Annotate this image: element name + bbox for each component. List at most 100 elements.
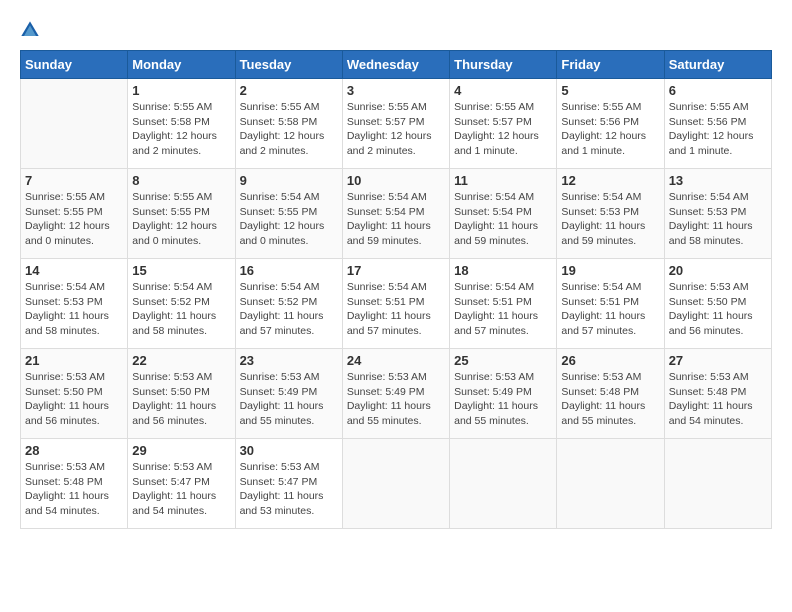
calendar-cell: 12 Sunrise: 5:54 AMSunset: 5:53 PMDayligh… <box>557 169 664 259</box>
calendar-cell: 4 Sunrise: 5:55 AMSunset: 5:57 PMDaylight… <box>450 79 557 169</box>
calendar-header-row: SundayMondayTuesdayWednesdayThursdayFrid… <box>21 51 772 79</box>
day-info: Sunrise: 5:53 AMSunset: 5:50 PMDaylight:… <box>669 280 767 339</box>
calendar-cell: 7 Sunrise: 5:55 AMSunset: 5:55 PMDaylight… <box>21 169 128 259</box>
day-number: 19 <box>561 263 659 278</box>
day-number: 12 <box>561 173 659 188</box>
calendar-cell: 17 Sunrise: 5:54 AMSunset: 5:51 PMDayligh… <box>342 259 449 349</box>
calendar-cell: 11Sunrise: 5:54 AMSunset: 5:54 PMDayligh… <box>450 169 557 259</box>
day-info: Sunrise: 5:55 AMSunset: 5:58 PMDaylight:… <box>132 100 230 159</box>
calendar-cell: 22 Sunrise: 5:53 AMSunset: 5:50 PMDayligh… <box>128 349 235 439</box>
day-info: Sunrise: 5:54 AMSunset: 5:52 PMDaylight:… <box>132 280 230 339</box>
calendar-cell <box>342 439 449 529</box>
calendar-cell: 6 Sunrise: 5:55 AMSunset: 5:56 PMDaylight… <box>664 79 771 169</box>
calendar-cell: 5 Sunrise: 5:55 AMSunset: 5:56 PMDaylight… <box>557 79 664 169</box>
day-info: Sunrise: 5:53 AMSunset: 5:47 PMDaylight:… <box>240 460 338 519</box>
day-info: Sunrise: 5:54 AMSunset: 5:52 PMDaylight:… <box>240 280 338 339</box>
week-row-3: 14 Sunrise: 5:54 AMSunset: 5:53 PMDayligh… <box>21 259 772 349</box>
day-number: 14 <box>25 263 123 278</box>
calendar-cell: 28Sunrise: 5:53 AMSunset: 5:48 PMDayligh… <box>21 439 128 529</box>
day-info: Sunrise: 5:55 AMSunset: 5:56 PMDaylight:… <box>561 100 659 159</box>
calendar-cell: 16 Sunrise: 5:54 AMSunset: 5:52 PMDayligh… <box>235 259 342 349</box>
day-number: 6 <box>669 83 767 98</box>
day-number: 17 <box>347 263 445 278</box>
day-info: Sunrise: 5:55 AMSunset: 5:55 PMDaylight:… <box>25 190 123 249</box>
day-info: Sunrise: 5:53 AMSunset: 5:50 PMDaylight:… <box>132 370 230 429</box>
day-number: 13 <box>669 173 767 188</box>
day-info: Sunrise: 5:53 AMSunset: 5:49 PMDaylight:… <box>347 370 445 429</box>
week-row-5: 28Sunrise: 5:53 AMSunset: 5:48 PMDayligh… <box>21 439 772 529</box>
day-info: Sunrise: 5:55 AMSunset: 5:57 PMDaylight:… <box>454 100 552 159</box>
header-saturday: Saturday <box>664 51 771 79</box>
day-number: 29 <box>132 443 230 458</box>
calendar-cell: 23 Sunrise: 5:53 AMSunset: 5:49 PMDayligh… <box>235 349 342 439</box>
day-info: Sunrise: 5:54 AMSunset: 5:53 PMDaylight:… <box>561 190 659 249</box>
day-info: Sunrise: 5:53 AMSunset: 5:48 PMDaylight:… <box>669 370 767 429</box>
day-number: 2 <box>240 83 338 98</box>
day-info: Sunrise: 5:55 AMSunset: 5:58 PMDaylight:… <box>240 100 338 159</box>
calendar-cell: 26Sunrise: 5:53 AMSunset: 5:48 PMDayligh… <box>557 349 664 439</box>
day-number: 15 <box>132 263 230 278</box>
logo <box>20 20 44 40</box>
day-info: Sunrise: 5:55 AMSunset: 5:57 PMDaylight:… <box>347 100 445 159</box>
day-number: 30 <box>240 443 338 458</box>
calendar-cell: 19 Sunrise: 5:54 AMSunset: 5:51 PMDayligh… <box>557 259 664 349</box>
day-number: 1 <box>132 83 230 98</box>
day-number: 4 <box>454 83 552 98</box>
calendar-cell: 1 Sunrise: 5:55 AMSunset: 5:58 PMDaylight… <box>128 79 235 169</box>
day-number: 7 <box>25 173 123 188</box>
calendar-cell: 14 Sunrise: 5:54 AMSunset: 5:53 PMDayligh… <box>21 259 128 349</box>
calendar-cell: 25Sunrise: 5:53 AMSunset: 5:49 PMDayligh… <box>450 349 557 439</box>
calendar-cell: 10 Sunrise: 5:54 AMSunset: 5:54 PMDayligh… <box>342 169 449 259</box>
day-info: Sunrise: 5:54 AMSunset: 5:53 PMDaylight:… <box>25 280 123 339</box>
day-number: 28 <box>25 443 123 458</box>
week-row-1: 1 Sunrise: 5:55 AMSunset: 5:58 PMDaylight… <box>21 79 772 169</box>
calendar-cell: 18 Sunrise: 5:54 AMSunset: 5:51 PMDayligh… <box>450 259 557 349</box>
calendar-cell <box>664 439 771 529</box>
day-info: Sunrise: 5:53 AMSunset: 5:50 PMDaylight:… <box>25 370 123 429</box>
day-info: Sunrise: 5:53 AMSunset: 5:47 PMDaylight:… <box>132 460 230 519</box>
day-info: Sunrise: 5:54 AMSunset: 5:51 PMDaylight:… <box>347 280 445 339</box>
day-number: 23 <box>240 353 338 368</box>
calendar-table: SundayMondayTuesdayWednesdayThursdayFrid… <box>20 50 772 529</box>
day-number: 21 <box>25 353 123 368</box>
day-number: 16 <box>240 263 338 278</box>
day-info: Sunrise: 5:55 AMSunset: 5:55 PMDaylight:… <box>132 190 230 249</box>
day-info: Sunrise: 5:54 AMSunset: 5:51 PMDaylight:… <box>454 280 552 339</box>
calendar-cell: 20 Sunrise: 5:53 AMSunset: 5:50 PMDayligh… <box>664 259 771 349</box>
day-info: Sunrise: 5:55 AMSunset: 5:56 PMDaylight:… <box>669 100 767 159</box>
header-thursday: Thursday <box>450 51 557 79</box>
calendar-cell: 30 Sunrise: 5:53 AMSunset: 5:47 PMDayligh… <box>235 439 342 529</box>
calendar-cell: 9Sunrise: 5:54 AMSunset: 5:55 PMDaylight… <box>235 169 342 259</box>
calendar-cell: 21 Sunrise: 5:53 AMSunset: 5:50 PMDayligh… <box>21 349 128 439</box>
day-number: 25 <box>454 353 552 368</box>
calendar-cell: 27 Sunrise: 5:53 AMSunset: 5:48 PMDayligh… <box>664 349 771 439</box>
calendar-cell: 13 Sunrise: 5:54 AMSunset: 5:53 PMDayligh… <box>664 169 771 259</box>
calendar-cell: 15 Sunrise: 5:54 AMSunset: 5:52 PMDayligh… <box>128 259 235 349</box>
week-row-2: 7 Sunrise: 5:55 AMSunset: 5:55 PMDaylight… <box>21 169 772 259</box>
day-number: 22 <box>132 353 230 368</box>
header-tuesday: Tuesday <box>235 51 342 79</box>
day-number: 18 <box>454 263 552 278</box>
day-info: Sunrise: 5:54 AMSunset: 5:54 PMDaylight:… <box>347 190 445 249</box>
header-wednesday: Wednesday <box>342 51 449 79</box>
day-number: 10 <box>347 173 445 188</box>
day-info: Sunrise: 5:54 AMSunset: 5:53 PMDaylight:… <box>669 190 767 249</box>
day-number: 8 <box>132 173 230 188</box>
day-info: Sunrise: 5:54 AMSunset: 5:54 PMDaylight:… <box>454 190 552 249</box>
day-number: 5 <box>561 83 659 98</box>
header-monday: Monday <box>128 51 235 79</box>
calendar-cell: 2 Sunrise: 5:55 AMSunset: 5:58 PMDaylight… <box>235 79 342 169</box>
day-number: 26 <box>561 353 659 368</box>
day-number: 27 <box>669 353 767 368</box>
day-info: Sunrise: 5:53 AMSunset: 5:49 PMDaylight:… <box>240 370 338 429</box>
calendar-cell: 8 Sunrise: 5:55 AMSunset: 5:55 PMDaylight… <box>128 169 235 259</box>
day-number: 3 <box>347 83 445 98</box>
calendar-cell <box>450 439 557 529</box>
header-sunday: Sunday <box>21 51 128 79</box>
day-number: 20 <box>669 263 767 278</box>
calendar-cell <box>557 439 664 529</box>
week-row-4: 21 Sunrise: 5:53 AMSunset: 5:50 PMDayligh… <box>21 349 772 439</box>
calendar-cell <box>21 79 128 169</box>
day-info: Sunrise: 5:54 AMSunset: 5:51 PMDaylight:… <box>561 280 659 339</box>
logo-icon <box>20 20 40 40</box>
